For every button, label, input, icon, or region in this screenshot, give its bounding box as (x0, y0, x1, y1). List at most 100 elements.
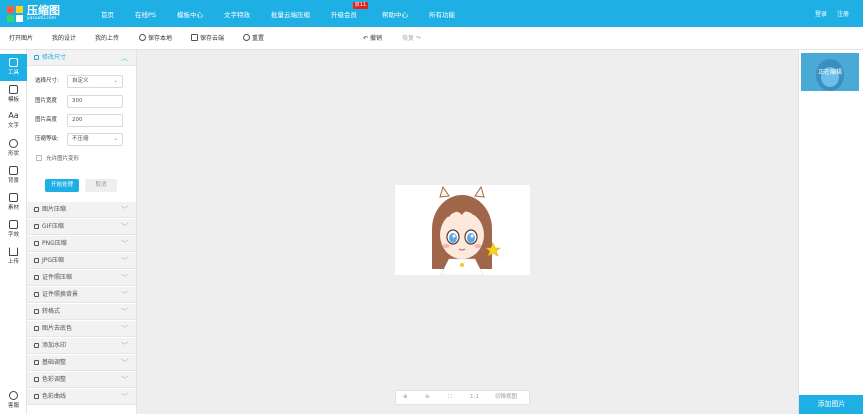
section-resize[interactable]: 修改尺寸 ︿ (27, 50, 136, 66)
section-remove-background[interactable]: 图片去底色 ﹀ (27, 321, 136, 337)
reset-label: 重置 (252, 35, 265, 42)
undo-label: 撤销 (369, 35, 382, 42)
register-link[interactable]: 注册 (837, 9, 849, 18)
id-photo-icon (34, 274, 39, 280)
section-color-adjust[interactable]: 色彩调整 ﹀ (27, 372, 136, 388)
start-process-button[interactable]: 开始处理 (45, 179, 79, 192)
rail-shapes[interactable]: 形状 (0, 135, 27, 162)
brand-logo[interactable]: 压缩图 yasuotu.com (7, 5, 97, 22)
rail-materials[interactable]: 素材 (0, 189, 27, 216)
nav-batch-compress[interactable]: 批量云端压缩 (271, 9, 310, 19)
zoom-bar: ⊕ ⊖ ⛶ 1:1 切换视图 (395, 390, 530, 405)
width-input[interactable]: 300 (67, 95, 123, 108)
size-select[interactable]: 自定义 ⌄ (67, 75, 123, 88)
chevron-down-icon: ﹀ (121, 291, 128, 299)
template-icon (9, 85, 18, 94)
nav-templates[interactable]: 模板中心 (177, 9, 203, 19)
zoom-in-icon[interactable]: ⊕ (403, 391, 408, 404)
rail-upload[interactable]: 上传 (0, 243, 27, 270)
tool-panel: 修改尺寸 ︿ 选择尺寸: 自定义 ⌄ 图片宽度 300 图片高度 200 压缩等… (27, 50, 137, 414)
login-link[interactable]: 登录 (815, 9, 827, 18)
size-label: 选择尺寸: (35, 78, 59, 84)
chevron-down-icon: ⌄ (113, 136, 118, 142)
jpg-icon (34, 257, 39, 263)
open-image-button[interactable]: 打开图片 (9, 27, 33, 50)
reset-button[interactable]: 重置 (243, 27, 264, 50)
brand-name: 压缩图 (27, 4, 60, 18)
nav-online-ps[interactable]: 在线PS (135, 9, 156, 19)
section-color-curve[interactable]: 色彩曲线 ﹀ (27, 389, 136, 405)
section-image-compress[interactable]: 图片压缩 ﹀ (27, 202, 136, 218)
rail-text-effects[interactable]: 字效 (0, 216, 27, 243)
edited-image[interactable] (395, 185, 530, 276)
allow-deform-checkbox[interactable]: 允许图片变形 (36, 155, 79, 163)
switch-view-button[interactable]: 切换视图 (495, 391, 517, 404)
undo-button[interactable]: ↶ 撤销 (363, 27, 382, 50)
color-eye-icon (34, 376, 39, 382)
nav-all-features[interactable]: 所有功能 (429, 9, 455, 19)
rail-text[interactable]: Aa 文字 (0, 108, 27, 135)
section-label: 基础调整 (42, 359, 67, 366)
add-image-button[interactable]: 添加图片 (799, 395, 863, 414)
curve-icon (34, 393, 39, 399)
section-label: 色彩调整 (42, 376, 67, 383)
refresh-icon (243, 34, 250, 41)
section-add-watermark[interactable]: 添加水印 ﹀ (27, 338, 136, 354)
rail-shapes-label: 形状 (7, 151, 19, 157)
cancel-button[interactable]: 取消 (85, 179, 117, 192)
image-thumbnail[interactable]: 正在编辑 (801, 53, 859, 91)
section-gif-compress[interactable]: GIF压缩 ﹀ (27, 219, 136, 235)
section-id-photo-compress[interactable]: 证件照压缩 ﹀ (27, 270, 136, 286)
editing-label: 正在编辑 (817, 69, 842, 76)
height-input[interactable]: 200 (67, 114, 123, 127)
resize-icon (34, 54, 39, 60)
save-local-button[interactable]: 保存本地 (139, 27, 172, 50)
save-local-label: 保存本地 (148, 35, 173, 42)
rail-text-label: 文字 (7, 123, 19, 129)
nav-text-effects[interactable]: 文字特效 (224, 9, 250, 19)
left-tool-rail: 工具 模板 Aa 文字 形状 背景 素材 字效 上传 客服 (0, 50, 27, 414)
redo-label: 恢复 (402, 35, 415, 42)
vip-badge: 双11 (352, 1, 369, 9)
rail-tools[interactable]: 工具 (0, 54, 27, 81)
rail-tools-label: 工具 (7, 70, 19, 76)
rail-background-label: 背景 (7, 178, 19, 184)
chevron-down-icon: ﹀ (121, 393, 128, 401)
section-convert-format[interactable]: 转格式 ﹀ (27, 304, 136, 320)
section-label: PNG压缩 (42, 240, 67, 247)
rail-customer-service[interactable]: 客服 (0, 387, 27, 414)
editor-canvas[interactable]: ⊕ ⊖ ⛶ 1:1 切换视图 (137, 50, 798, 414)
chevron-down-icon: ﹀ (121, 342, 128, 350)
editor-toolbar: 打开图片 我的设计 我的上传 保存本地 保存云端 重置 ↶ 撤销 恢复 ↷ (0, 27, 863, 50)
redo-button[interactable]: 恢复 ↷ (402, 27, 421, 50)
zoom-out-icon[interactable]: ⊖ (425, 391, 430, 404)
actual-size-button[interactable]: 1:1 (470, 391, 479, 404)
section-resize-label: 修改尺寸 (42, 54, 67, 61)
rail-customer-service-label: 客服 (7, 403, 19, 409)
section-basic-adjust[interactable]: 基础调整 ﹀ (27, 355, 136, 371)
chevron-down-icon: ﹀ (121, 325, 128, 333)
section-png-compress[interactable]: PNG压缩 ﹀ (27, 236, 136, 252)
section-id-photo-background[interactable]: 证件照换背景 ﹀ (27, 287, 136, 303)
my-uploads-button[interactable]: 我的上传 (95, 27, 119, 50)
section-jpg-compress[interactable]: JPG压缩 ﹀ (27, 253, 136, 269)
save-cloud-button[interactable]: 保存云端 (191, 27, 224, 50)
rail-background[interactable]: 背景 (0, 162, 27, 189)
my-designs-button[interactable]: 我的设计 (52, 27, 76, 50)
rail-templates[interactable]: 模板 (0, 81, 27, 108)
materials-icon (9, 193, 18, 202)
compress-level-select[interactable]: 不压缩 ⌄ (67, 133, 123, 146)
nav-upgrade-vip[interactable]: 升级会员 双11 (331, 1, 369, 19)
size-select-value: 自定义 (72, 78, 89, 84)
gif-icon (34, 223, 39, 229)
checkbox-box (36, 155, 42, 161)
nav-home[interactable]: 首页 (101, 9, 114, 19)
save-disk-icon (191, 34, 198, 41)
chevron-down-icon: ﹀ (121, 206, 128, 214)
nav-help[interactable]: 帮助中心 (382, 9, 408, 19)
section-label: 图片压缩 (42, 206, 67, 213)
text-effect-icon (9, 220, 18, 229)
cartoon-girl-image (432, 185, 501, 276)
redo-icon: ↷ (415, 35, 421, 42)
fit-screen-icon[interactable]: ⛶ (448, 391, 452, 404)
